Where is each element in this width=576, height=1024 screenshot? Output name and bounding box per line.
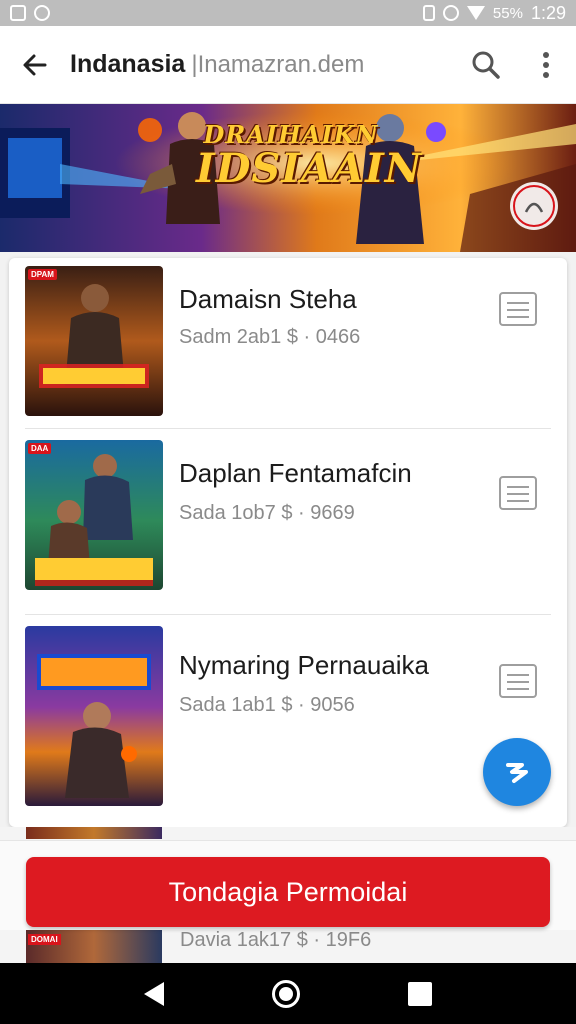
item-thumbnail: DPAM xyxy=(25,266,163,416)
content-list: DPAM Damaisn Steha Sadm 2ab1 $ · 0466 DA… xyxy=(9,258,567,827)
row-divider xyxy=(25,614,551,615)
app-notification-icon xyxy=(34,5,50,21)
notification-icon xyxy=(10,5,26,21)
page-subtitle: |Inamazran.dem xyxy=(191,51,365,78)
arrow-left-icon xyxy=(23,54,47,75)
item-title: Damaisn Steha xyxy=(179,284,357,314)
item-meta: Sada 1ob7 $ · 9669 xyxy=(179,502,355,524)
nav-recents-icon[interactable] xyxy=(408,981,432,1006)
system-nav-bar xyxy=(0,963,576,1024)
primary-action-button[interactable]: Tondagia Permoidai xyxy=(26,857,550,927)
item-title: Nymaring Pernauaika xyxy=(179,650,430,680)
status-right: 55% 1:29 xyxy=(422,2,566,24)
row-divider xyxy=(25,428,551,429)
nav-back-icon[interactable] xyxy=(144,981,164,1006)
item-meta: Davia 1ak17 $ · 19F6 xyxy=(180,929,372,951)
item-meta: Sadm 2ab1 $ · 0466 xyxy=(179,326,361,348)
nav-home-icon[interactable] xyxy=(272,979,300,1008)
item-thumbnail xyxy=(25,626,163,806)
search-icon xyxy=(472,51,500,79)
alarm-icon xyxy=(442,5,459,21)
item-menu-button[interactable] xyxy=(499,664,537,698)
item-meta: Sada 1ab1 $ · 9056 xyxy=(179,694,355,716)
item-tag: DPAM xyxy=(28,269,57,280)
vibrate-icon xyxy=(422,5,435,21)
share-fab[interactable] xyxy=(483,738,551,806)
banner-title-line2: IDSIAAIN xyxy=(196,145,423,192)
item-thumbnail: DOMAI xyxy=(26,930,162,963)
more-vertical-icon xyxy=(543,51,549,78)
item-thumbnail: DAA xyxy=(25,440,163,590)
item-menu-button[interactable] xyxy=(499,292,537,326)
promo-banner[interactable]: DRAIHAIKN IDSIAAIN xyxy=(0,104,576,252)
app-bar-titles: Indanasia |Inamazran.dem xyxy=(70,50,456,79)
battery-level: 55% xyxy=(492,4,523,22)
item-menu-button[interactable] xyxy=(499,476,537,510)
banner-title: DRAIHAIKN IDSIAAIN xyxy=(196,120,423,192)
app-screen: 55% 1:29 Indanasia |Inamazran.dem DRAIHA… xyxy=(0,0,576,1024)
item-tag: DAA xyxy=(28,443,52,454)
list-item[interactable]: DAA Daplan Fentamafcin Sada 1ob7 $ · 966… xyxy=(9,434,567,610)
overflow-menu-button[interactable] xyxy=(516,26,576,104)
item-title: Daplan Fentamafcin xyxy=(179,458,412,488)
wifi-icon xyxy=(466,6,485,20)
status-bar: 55% 1:29 xyxy=(0,0,576,26)
status-left xyxy=(10,5,50,21)
app-bar: Indanasia |Inamazran.dem xyxy=(0,26,576,104)
item-thumbnail xyxy=(26,827,162,839)
item-tag: DOMAI xyxy=(28,934,61,945)
back-button[interactable] xyxy=(0,26,70,104)
page-title: Indanasia xyxy=(70,50,186,78)
search-button[interactable] xyxy=(456,26,516,104)
share-icon xyxy=(506,763,528,783)
list-item[interactable]: DPAM Damaisn Steha Sadm 2ab1 $ · 0466 xyxy=(9,258,567,434)
clock: 1:29 xyxy=(530,2,566,23)
